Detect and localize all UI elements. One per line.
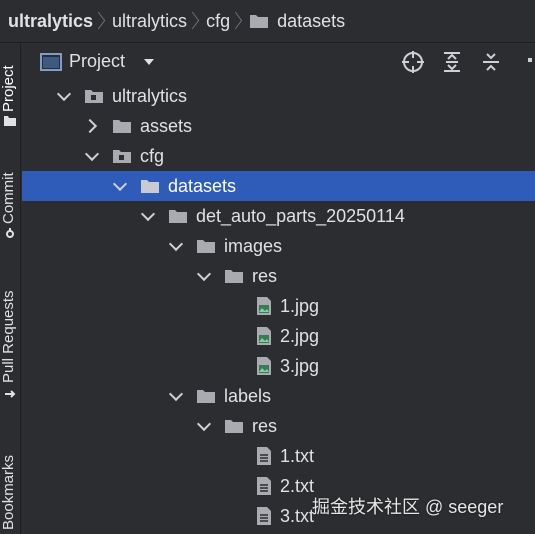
folder-icon — [4, 116, 16, 126]
side-tab-bookmarks[interactable]: Bookmarks — [0, 438, 21, 534]
tree-node-text-1[interactable]: 1.txt — [22, 441, 535, 471]
folder-icon — [225, 270, 243, 283]
tree-node-label: assets — [140, 116, 193, 136]
tree-node-label: images — [224, 236, 283, 256]
breadcrumb-separator-icon — [233, 10, 242, 32]
breadcrumb-separator-icon — [96, 10, 105, 32]
project-panel-header: Project — [22, 43, 535, 80]
tree-node-image-3[interactable]: 3.jpg — [22, 351, 535, 381]
side-tab-label: Bookmarks — [0, 454, 17, 530]
project-tree: ultralytics assets cfg datasets det_auto… — [22, 81, 535, 534]
tree-node-label: cfg — [140, 146, 165, 166]
tree-node-label: res — [252, 416, 278, 436]
side-tab-project[interactable]: Project — [0, 48, 21, 128]
crosshair-icon — [402, 51, 424, 73]
breadcrumb-label: cfg — [206, 10, 231, 31]
breadcrumb-label: datasets — [277, 10, 346, 31]
locate-button[interactable] — [401, 50, 425, 74]
options-button[interactable] — [518, 50, 532, 74]
chevron-down-icon[interactable] — [140, 208, 156, 224]
folder-icon — [113, 120, 131, 133]
text-file-icon — [257, 507, 271, 525]
image-file-icon — [257, 327, 271, 345]
tree-node-label: 1.jpg — [280, 296, 320, 316]
breadcrumb: ultralytics ultralytics cfg datasets — [0, 0, 535, 43]
tree-node-label: det_auto_parts_20250114 — [196, 206, 405, 226]
side-tab-label: Project — [0, 65, 17, 112]
folder-icon — [250, 15, 269, 28]
folder-icon — [225, 420, 243, 433]
chevron-down-icon[interactable] — [168, 238, 184, 254]
breadcrumb-item-root[interactable]: ultralytics — [8, 11, 93, 32]
view-selector[interactable]: Project — [40, 51, 155, 72]
tree-node-images-res[interactable]: res — [22, 261, 535, 291]
commit-icon — [6, 228, 14, 238]
tree-node-label: labels — [224, 386, 272, 406]
tree-node-cfg[interactable]: cfg — [22, 141, 535, 171]
tree-node-label: 3.jpg — [280, 356, 320, 376]
expand-all-icon — [444, 52, 460, 72]
chevron-right-icon[interactable] — [84, 118, 100, 134]
folder-icon — [197, 240, 215, 253]
tree-node-assets[interactable]: assets — [22, 111, 535, 141]
tree-node-label: 2.jpg — [280, 326, 320, 346]
tree-node-label: ultralytics — [112, 86, 188, 106]
module-folder-icon — [113, 150, 131, 163]
expand-all-button[interactable] — [440, 50, 464, 74]
chevron-down-icon[interactable] — [56, 88, 72, 104]
watermark: 掘金技术社区 @ seeger — [312, 497, 504, 517]
project-view-icon — [40, 52, 62, 71]
tree-node-images[interactable]: images — [22, 231, 535, 261]
folder-icon — [169, 210, 187, 223]
chevron-down-icon[interactable] — [196, 268, 212, 284]
chevron-down-icon[interactable] — [84, 148, 100, 164]
text-file-icon — [257, 477, 271, 495]
tree-node-label: 2.txt — [280, 476, 315, 496]
chevron-down-icon[interactable] — [168, 388, 184, 404]
panel-title: Project — [69, 51, 126, 71]
tree-node-label: datasets — [168, 176, 237, 196]
tree-node-image-1[interactable]: 1.jpg — [22, 291, 535, 321]
tree-node-label: res — [252, 266, 278, 286]
tree-node-image-2[interactable]: 2.jpg — [22, 321, 535, 351]
breadcrumb-label: ultralytics — [112, 10, 188, 31]
more-options-icon — [528, 58, 532, 62]
folder-icon — [141, 180, 159, 193]
module-folder-icon — [85, 90, 103, 103]
image-file-icon — [257, 357, 271, 375]
tree-node-label: 1.txt — [280, 446, 315, 466]
tree-node-label: 3.txt — [280, 506, 315, 526]
breadcrumb-item-ultralytics[interactable]: ultralytics — [112, 11, 187, 32]
side-tab-commit[interactable]: Commit — [0, 156, 21, 246]
collapse-all-button[interactable] — [479, 50, 503, 74]
tree-node-labels-res[interactable]: res — [22, 411, 535, 441]
tree-node-labels[interactable]: labels — [22, 381, 535, 411]
tree-node-det-auto-parts[interactable]: det_auto_parts_20250114 — [22, 201, 535, 231]
pull-request-icon — [5, 390, 16, 398]
chevron-down-icon — [144, 58, 155, 65]
side-tab-pull-requests[interactable]: Pull Requests — [0, 273, 21, 408]
breadcrumb-label: ultralytics — [8, 10, 94, 31]
tool-window-strip: Project Commit Pull Requests Bookmarks — [0, 43, 21, 534]
image-file-icon — [257, 297, 271, 315]
text-file-icon — [257, 447, 271, 465]
tree-node-datasets[interactable]: datasets — [22, 171, 535, 201]
breadcrumb-item-cfg[interactable]: cfg — [206, 11, 230, 32]
collapse-all-icon — [483, 53, 499, 71]
chevron-down-icon[interactable] — [196, 418, 212, 434]
tree-node-ultralytics[interactable]: ultralytics — [22, 81, 535, 111]
folder-icon — [197, 390, 215, 403]
side-tab-label: Commit — [0, 172, 17, 224]
breadcrumb-item-datasets[interactable]: datasets — [249, 11, 345, 32]
chevron-down-icon[interactable] — [112, 178, 128, 194]
side-tab-label: Pull Requests — [0, 290, 17, 383]
breadcrumb-separator-icon — [190, 10, 199, 32]
